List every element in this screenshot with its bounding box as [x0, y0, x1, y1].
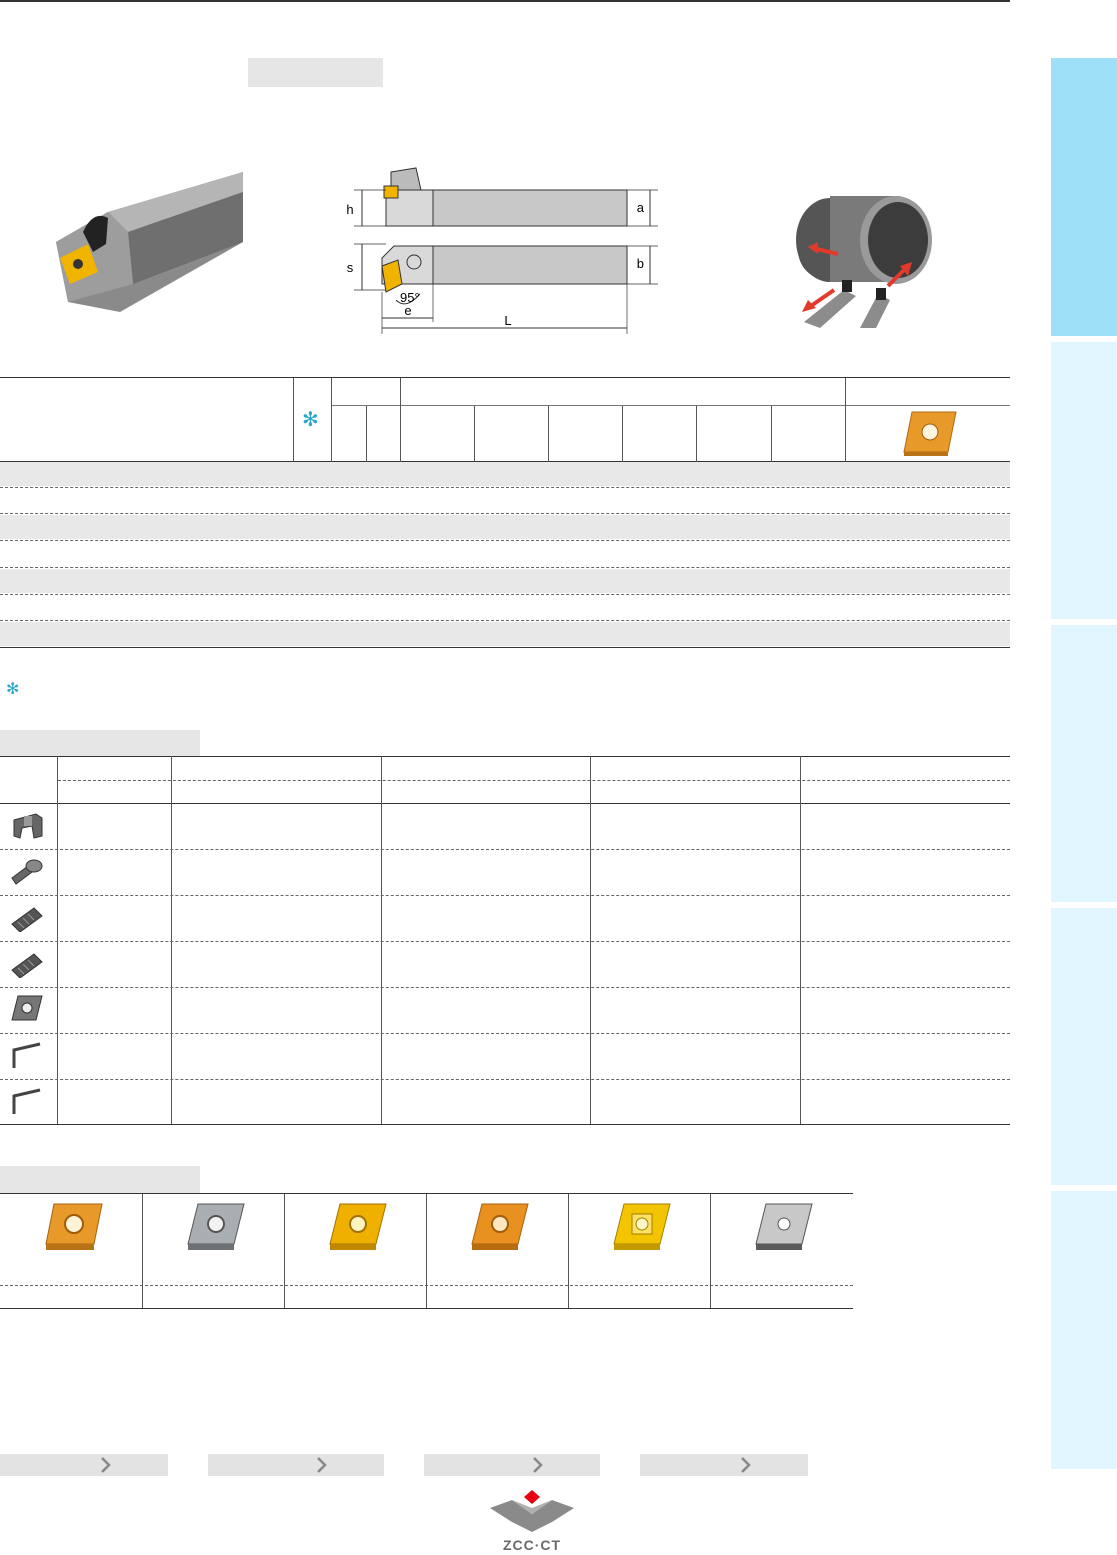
chevron-right-icon: [101, 1457, 111, 1473]
table-top-rule: [0, 377, 1010, 378]
insert-cnmg-yellow-icon: [613, 1203, 671, 1250]
dim-b-label: b: [637, 256, 644, 271]
side-tab-3[interactable]: [1051, 625, 1117, 902]
dim-L-label: L: [504, 313, 511, 328]
insert-cnmg-silver-icon: [187, 1203, 245, 1250]
insert-cnmg-gold-icon: [45, 1203, 103, 1250]
dim-h-label: h: [346, 202, 353, 217]
inserts-title-box: [0, 1166, 200, 1193]
stock-star-icon: ✻: [302, 409, 319, 431]
nav-button-1[interactable]: [0, 1454, 168, 1476]
dim-a-label: a: [637, 200, 645, 215]
insert-cnma-gray-icon: [755, 1203, 813, 1250]
footnote-star-icon: ✻: [6, 681, 20, 698]
side-tab-5[interactable]: [1051, 1191, 1117, 1469]
insert-cnmg-header-icon: [903, 411, 957, 456]
chevron-right-icon: [741, 1457, 751, 1473]
dim-s-label: s: [347, 260, 354, 275]
side-tab-turning[interactable]: [1051, 58, 1117, 336]
screw-icon: [11, 953, 43, 978]
chevron-right-icon: [533, 1457, 543, 1473]
screw-icon: [11, 907, 43, 932]
spare-parts-title-box: [0, 730, 200, 756]
clamp-icon: [13, 813, 43, 839]
table-row: [0, 622, 1010, 646]
dimension-drawing: h s a b 95° e L: [346, 167, 658, 334]
table-header-mid-rule: [331, 405, 1010, 406]
shim-icon: [11, 995, 43, 1021]
hex-key-icon: [12, 1088, 41, 1114]
nav-button-4[interactable]: [640, 1454, 808, 1476]
hex-key-icon: [12, 1042, 41, 1068]
application-photo: [796, 196, 932, 328]
table-row: [0, 462, 1010, 486]
pin-icon: [11, 859, 43, 885]
insert-cnmg-gold-icon: [471, 1203, 529, 1250]
toolholder-photo: [56, 172, 243, 312]
dim-e-label: e: [404, 303, 411, 318]
top-rule: [0, 0, 1010, 2]
side-tab-2[interactable]: [1051, 342, 1117, 619]
product-title-box: [248, 58, 383, 87]
side-tab-4[interactable]: [1051, 908, 1117, 1185]
logo-text: ZCC·CT: [503, 1537, 561, 1552]
nav-button-2[interactable]: [208, 1454, 384, 1476]
insert-cnmg-gold-icon: [329, 1203, 387, 1250]
table-row: [0, 515, 1010, 539]
chevron-right-icon: [317, 1457, 327, 1473]
zccct-logo: ZCC·CT: [490, 1490, 574, 1552]
nav-button-3[interactable]: [424, 1454, 600, 1476]
table-row: [0, 569, 1010, 593]
